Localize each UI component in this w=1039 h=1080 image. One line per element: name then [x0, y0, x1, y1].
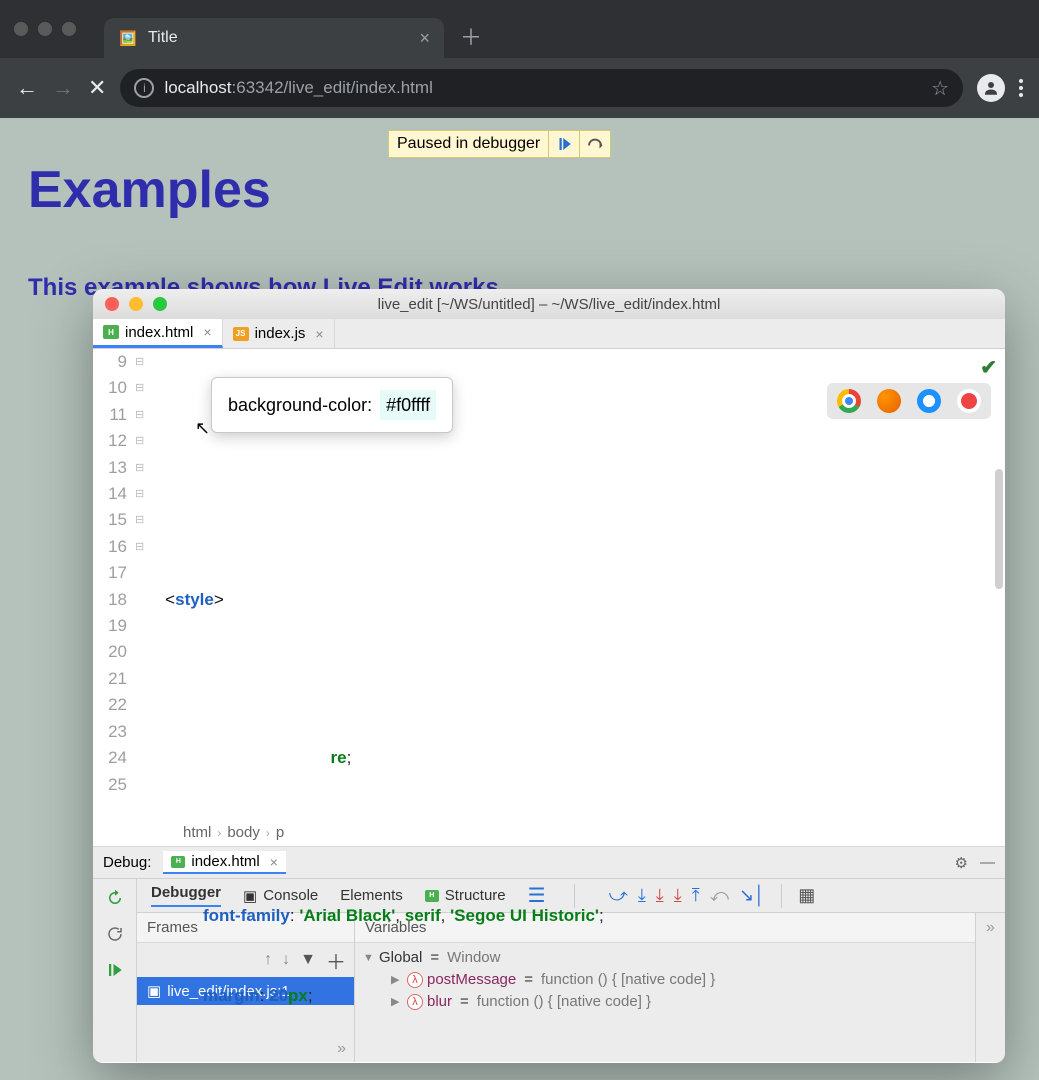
browser-tab[interactable]: 🖼️ Title × [104, 18, 444, 58]
window-traffic-lights [14, 22, 76, 36]
bookmark-star-icon[interactable]: ☆ [931, 76, 949, 101]
code-area[interactable]: ✔ background-color: #f0ffff ↖ <style> re… [151, 349, 1005, 819]
back-button[interactable]: ← [16, 75, 38, 101]
ide-zoom-button[interactable] [153, 297, 167, 311]
html-file-icon: H [103, 325, 119, 339]
browser-chrome: 🖼️ Title × ＋ ← → ✕ i localhost:63342/liv… [0, 0, 1039, 118]
forward-button[interactable]: → [52, 75, 74, 101]
cursor-icon: ↖ [195, 415, 210, 441]
js-file-icon: JS [233, 327, 249, 341]
opera-icon[interactable] [957, 389, 981, 413]
address-bar[interactable]: i localhost:63342/live_edit/index.html ☆ [120, 69, 963, 107]
debug-action-sidebar [93, 879, 137, 1062]
line-gutter: 910111213141516171819202122232425 [93, 349, 135, 819]
tab-title: Title [148, 29, 178, 47]
tooltip-value: #f0ffff [380, 390, 436, 420]
file-tab-index-js[interactable]: JS index.js × [223, 319, 335, 348]
debug-label: Debug: [103, 854, 151, 871]
nav-bar: ← → ✕ i localhost:63342/live_edit/index.… [0, 58, 1039, 118]
debugger-banner-text: Paused in debugger [389, 135, 548, 153]
ide-title: live_edit [~/WS/untitled] – ~/WS/live_ed… [378, 296, 721, 313]
file-tab-label: index.js [255, 325, 306, 342]
rerun-button[interactable] [104, 887, 126, 909]
inspection-ok-icon[interactable]: ✔ [980, 355, 997, 381]
fold-column[interactable]: ⊟⊟⊟⊟⊟⊟⊟⊟ [135, 349, 151, 819]
profile-button[interactable] [977, 74, 1005, 102]
code-editor[interactable]: 910111213141516171819202122232425 ⊟⊟⊟⊟⊟⊟… [93, 349, 1005, 819]
firefox-icon[interactable] [877, 389, 901, 413]
tooltip-label: background-color: [228, 392, 372, 418]
resume-button[interactable] [104, 959, 126, 981]
ide-close-button[interactable] [105, 297, 119, 311]
ide-titlebar[interactable]: live_edit [~/WS/untitled] – ~/WS/live_ed… [93, 289, 1005, 319]
tab-bar: 🖼️ Title × ＋ [0, 0, 1039, 58]
editor-scrollbar[interactable] [995, 469, 1003, 589]
page-heading: Examples [28, 160, 1011, 220]
file-tabs: H index.html × JS index.js × [93, 319, 1005, 349]
debugger-step-button[interactable] [579, 131, 610, 157]
ide-window: live_edit [~/WS/untitled] – ~/WS/live_ed… [93, 289, 1005, 1063]
stop-reload-button[interactable]: ✕ [88, 75, 106, 101]
close-tab-icon[interactable]: × [315, 326, 323, 342]
tab-close-icon[interactable]: × [419, 28, 430, 49]
url-path: /live_edit/index.html [284, 78, 433, 97]
site-info-icon[interactable]: i [134, 78, 154, 98]
chrome-icon[interactable] [837, 389, 861, 413]
ide-minimize-button[interactable] [129, 297, 143, 311]
browser-menu-button[interactable] [1019, 79, 1023, 97]
url-host: localhost [164, 78, 231, 97]
favicon-icon: 🖼️ [118, 28, 138, 48]
color-tooltip: background-color: #f0ffff [211, 377, 453, 433]
window-maximize-dot[interactable] [62, 22, 76, 36]
file-tab-label: index.html [125, 324, 193, 341]
refresh-button[interactable] [104, 923, 126, 945]
debugger-paused-banner: Paused in debugger [388, 130, 611, 158]
safari-icon[interactable] [917, 389, 941, 413]
window-minimize-dot[interactable] [38, 22, 52, 36]
url-port: :63342 [232, 78, 284, 97]
new-tab-button[interactable]: ＋ [460, 20, 482, 52]
open-in-browser-palette [827, 383, 991, 419]
window-close-dot[interactable] [14, 22, 28, 36]
debugger-resume-button[interactable] [548, 131, 579, 157]
close-tab-icon[interactable]: × [203, 324, 211, 340]
file-tab-index-html[interactable]: H index.html × [93, 319, 223, 348]
